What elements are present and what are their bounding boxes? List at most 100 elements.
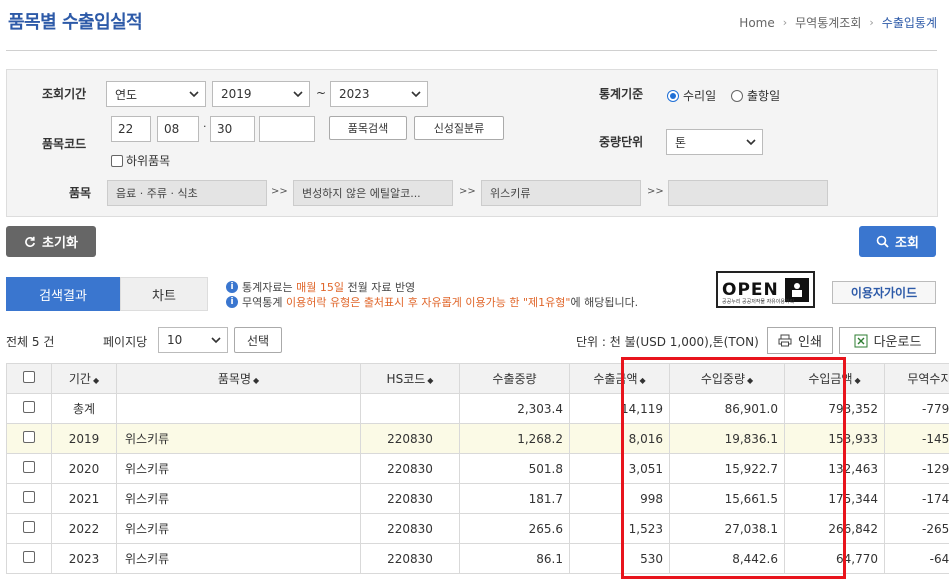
search-panel: 조회기간 연도 2019 ~ 2023 품목코드 22 08 · 30 품목검색…	[6, 69, 938, 217]
user-guide-button[interactable]: 이용자가이드	[832, 281, 936, 304]
path-separator: >>	[647, 186, 664, 197]
chevron-right-icon: ›	[782, 16, 788, 29]
table-cell: 위스키류	[116, 543, 361, 574]
radio-selected-icon	[667, 89, 679, 102]
table-cell: 15,661.5	[669, 483, 785, 514]
table-cell: -129,412	[884, 453, 949, 484]
row-checkbox[interactable]	[6, 423, 52, 454]
query-label: 조회	[895, 236, 919, 251]
chevron-down-icon	[746, 139, 756, 146]
column-header-hs-code[interactable]: HS코드 ◆	[360, 363, 460, 394]
radio-departure-date[interactable]: 출항일	[731, 87, 780, 104]
weight-unit-select[interactable]: 톤	[666, 129, 763, 155]
table-cell: 220830	[360, 513, 460, 544]
row-checkbox[interactable]	[6, 543, 52, 574]
header-label: 기간	[68, 372, 91, 386]
column-header-trade-balance[interactable]: 무역수지◆	[884, 363, 949, 394]
row-checkbox[interactable]	[6, 483, 52, 514]
table-cell: 위스키류	[116, 453, 361, 484]
breadcrumb-trade-stats[interactable]: 무역통계조회	[795, 14, 861, 31]
table-row-total: 총계 2,303.414,11986,901.0793,352-779,233	[6, 393, 949, 424]
item-code-part2-input[interactable]: 08	[157, 116, 199, 142]
info-icon: i	[226, 296, 238, 308]
table-cell	[360, 393, 460, 424]
breadcrumb: Home › 무역통계조회 › 수출입통계	[739, 14, 937, 31]
row-checkbox[interactable]	[6, 513, 52, 544]
row-checkbox[interactable]	[6, 393, 52, 424]
item-path-level1: 음료 · 주류 · 식초	[107, 180, 267, 206]
tab-chart[interactable]: 차트	[120, 277, 208, 311]
weight-unit-label: 중량단위	[599, 135, 644, 149]
excel-icon	[854, 334, 868, 347]
header-label: 수입중량	[700, 372, 745, 386]
end-year-select[interactable]: 2023	[330, 81, 428, 107]
total-count: 전체 5 건	[6, 335, 55, 349]
table-cell: 8,442.6	[669, 543, 785, 574]
reset-button[interactable]: 초기화	[6, 226, 96, 257]
table-cell: 86.1	[459, 543, 570, 574]
query-button[interactable]: 조회	[859, 226, 936, 257]
table-cell: 1,268.2	[459, 423, 570, 454]
sort-icon: ◆	[92, 376, 100, 385]
open-logo-subtitle: 공공누리 공공저작물 자유이용허락	[722, 299, 795, 305]
chevron-down-icon	[189, 91, 199, 98]
column-header-export-amount[interactable]: 수출금액 ◆	[569, 363, 670, 394]
search-icon	[876, 235, 889, 248]
column-header-export-weight[interactable]: 수출중량	[459, 363, 570, 394]
checkbox-icon	[23, 431, 35, 443]
table-cell: 위스키류	[116, 423, 361, 454]
table-row: 2020 위스키류 220830 501.8 3,051 15,922.7 132,463-…	[6, 453, 949, 484]
printer-icon	[778, 334, 792, 347]
column-header-item-name[interactable]: 품목명 ◆	[116, 363, 361, 394]
per-page-select[interactable]: 10	[158, 327, 228, 353]
item-code-part3-input[interactable]: 30	[210, 116, 255, 142]
item-code-part4-input[interactable]	[259, 116, 315, 142]
column-header-import-weight[interactable]: 수입중량 ◆	[669, 363, 785, 394]
table-cell: 265.6	[459, 513, 570, 544]
row-checkbox[interactable]	[6, 453, 52, 484]
sub-item-label: 하위품목	[126, 154, 171, 168]
new-classification-button[interactable]: 신성질분류	[414, 116, 504, 140]
notice-text: 무역통계	[242, 296, 286, 309]
refresh-icon	[25, 236, 36, 247]
table-cell: 2020	[51, 453, 117, 484]
period-label: 조회기간	[42, 87, 87, 101]
print-button[interactable]: 인쇄	[767, 327, 833, 354]
results-table: 기간 ◆ 품목명 ◆ HS코드 ◆ 수출중량 수출금액 ◆ 수입중량 ◆ 수입금액 ◆ 무역…	[6, 363, 949, 574]
column-header-period[interactable]: 기간 ◆	[51, 363, 117, 394]
sort-icon: ◆	[854, 376, 861, 385]
table-cell: 2023	[51, 543, 117, 574]
checkbox-icon	[23, 521, 35, 533]
table-cell: 15,922.7	[669, 453, 785, 484]
table-cell: 위스키류	[116, 483, 361, 514]
download-button[interactable]: 다운로드	[839, 327, 936, 354]
per-page-value: 10	[167, 333, 183, 347]
chevron-down-icon	[293, 91, 303, 98]
item-code-part1-input[interactable]: 22	[111, 116, 151, 142]
table-cell: 530	[569, 543, 670, 574]
notice-text: 전월 자료 반영	[343, 281, 416, 294]
select-button[interactable]: 선택	[234, 327, 282, 353]
radio-departure-label: 출항일	[747, 89, 781, 103]
notice-highlight: 이용허락 유형은 출처표시 후 자유롭게 이용가능 한 "제1유형"	[285, 296, 571, 309]
item-path-level3: 위스키류	[481, 180, 641, 206]
item-search-button[interactable]: 품목검색	[329, 116, 407, 140]
breadcrumb-current[interactable]: 수출입통계	[882, 14, 937, 31]
end-year-value: 2023	[339, 87, 370, 101]
radio-receipt-date[interactable]: 수리일	[667, 87, 716, 104]
table-cell: 793,352	[784, 393, 885, 424]
breadcrumb-home[interactable]: Home	[739, 16, 774, 30]
notice-line-2: i 무역통계 이용허락 유형은 출처표시 후 자유롭게 이용가능 한 "제1유형…	[226, 294, 638, 310]
start-year-select[interactable]: 2019	[212, 81, 310, 107]
radio-receipt-label: 수리일	[683, 89, 717, 103]
period-type-select[interactable]: 연도	[106, 81, 206, 107]
unit-label: 단위 : 천 불(USD 1,000),톤(TON)	[576, 335, 759, 349]
sub-item-checkbox[interactable]: 하위품목	[111, 152, 170, 169]
tab-results[interactable]: 검색결과	[6, 277, 120, 311]
table-cell: 3,051	[569, 453, 670, 484]
header-label: 수출중량	[492, 372, 537, 386]
column-header-import-amount[interactable]: 수입금액 ◆	[784, 363, 885, 394]
table-cell: 501.8	[459, 453, 570, 484]
sort-icon: ◆	[427, 376, 434, 385]
select-all-checkbox[interactable]	[6, 363, 52, 394]
